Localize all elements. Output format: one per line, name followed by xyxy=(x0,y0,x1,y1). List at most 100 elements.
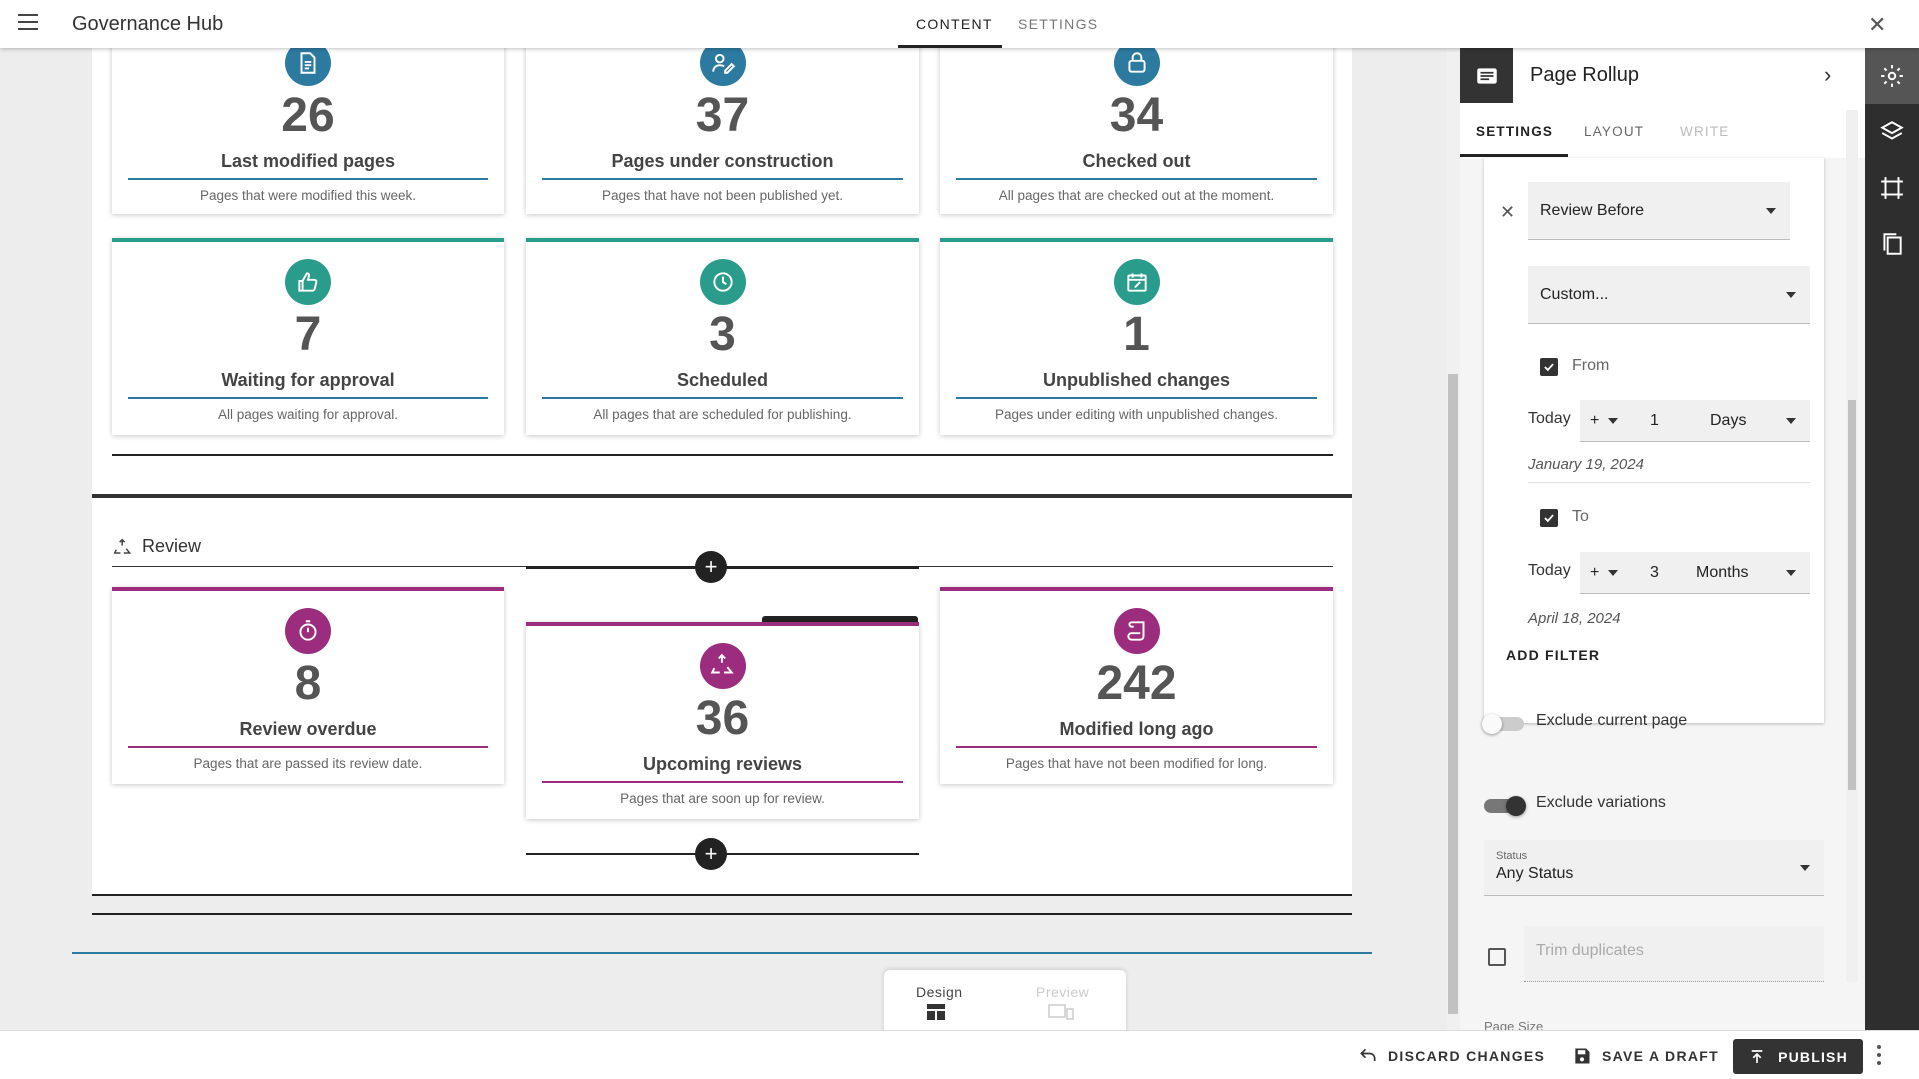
save-draft-button[interactable]: SAVE A DRAFT xyxy=(1572,1041,1719,1071)
right-rail xyxy=(1865,48,1919,1030)
card-last-modified[interactable]: 26 Last modified pages Pages that were m… xyxy=(112,48,504,214)
more-options-icon[interactable] xyxy=(1876,1045,1882,1067)
card-number: 3 xyxy=(709,308,736,361)
design-icon[interactable] xyxy=(927,1004,945,1020)
canvas-scrollbar[interactable] xyxy=(1447,48,1460,1030)
recycle-icon xyxy=(699,643,746,689)
settings-gear-icon[interactable] xyxy=(1865,48,1919,104)
devices-icon[interactable] xyxy=(1048,1004,1074,1020)
status-caret xyxy=(1800,864,1810,871)
card-divider xyxy=(956,397,1317,399)
trim-duplicates-field[interactable]: Trim duplicates xyxy=(1524,926,1824,982)
card-review-overdue[interactable]: 8 Review overdue Pages that are passed i… xyxy=(112,587,504,784)
from-value[interactable]: 1 xyxy=(1650,412,1659,430)
card-unpublished-changes[interactable]: 1 Unpublished changes Pages under editin… xyxy=(940,238,1333,435)
to-unit[interactable]: Months xyxy=(1696,564,1748,582)
rollup-icon xyxy=(1460,48,1513,103)
card-description: All pages that are scheduled for publish… xyxy=(593,407,852,422)
add-filter-button[interactable]: ADD FILTER xyxy=(1506,647,1600,663)
close-icon[interactable]: ✕ xyxy=(1868,12,1886,38)
page-end-divider xyxy=(92,913,1352,915)
card-number: 1 xyxy=(1123,308,1150,361)
to-sign[interactable]: + xyxy=(1590,564,1599,582)
status-select[interactable]: Status Any Status xyxy=(1484,840,1824,896)
add-block-button[interactable]: + xyxy=(695,551,727,583)
footer-bar: DISCARD CHANGES SAVE A DRAFT PUBLISH xyxy=(0,1030,1919,1079)
section-boundary xyxy=(92,494,1352,498)
card-number: 242 xyxy=(1096,657,1177,710)
trim-duplicates-checkbox[interactable] xyxy=(1488,948,1506,966)
card-number: 37 xyxy=(695,89,750,142)
scroll-icon xyxy=(1113,608,1160,654)
card-number: 34 xyxy=(1109,89,1164,142)
card-description: Pages that have not been published yet. xyxy=(602,188,843,203)
publish-icon xyxy=(1751,1049,1763,1063)
card-label: Pages under construction xyxy=(611,151,834,171)
card-description: Pages that were modified this week. xyxy=(199,188,417,203)
discard-changes-button[interactable]: DISCARD CHANGES xyxy=(1358,1041,1545,1071)
design-tab[interactable]: Design xyxy=(916,984,963,1000)
card-number: 8 xyxy=(294,657,322,710)
canvas-boundary xyxy=(72,952,1372,954)
layers-icon[interactable] xyxy=(1865,104,1919,160)
pages-icon[interactable] xyxy=(1865,216,1919,272)
panel-tab-write[interactable]: WRITE xyxy=(1680,124,1730,139)
edit-user-icon xyxy=(699,48,746,86)
card-divider xyxy=(128,397,488,399)
preview-tab[interactable]: Preview xyxy=(1036,984,1089,1000)
from-checkbox[interactable] xyxy=(1540,358,1558,376)
from-unit[interactable]: Days xyxy=(1710,412,1746,430)
card-waiting-approval[interactable]: 7 Waiting for approval All pages waiting… xyxy=(112,238,504,435)
card-label: Scheduled xyxy=(676,370,769,390)
card-label: Unpublished changes xyxy=(1042,370,1231,390)
to-sign-caret[interactable] xyxy=(1608,570,1618,576)
panel-scrollbar[interactable] xyxy=(1846,110,1858,982)
card-description: Pages under editing with unpublished cha… xyxy=(995,407,1278,422)
status-value: Any Status xyxy=(1496,865,1574,882)
exclude-current-toggle[interactable] xyxy=(1482,714,1524,734)
card-modified-long-ago[interactable]: 242 Modified long ago Pages that have no… xyxy=(940,587,1333,784)
calendar-edit-icon xyxy=(1113,259,1160,305)
to-value[interactable]: 3 xyxy=(1650,564,1659,582)
card-number: 26 xyxy=(281,89,335,142)
tab-content[interactable]: CONTENT xyxy=(916,16,993,32)
tab-settings[interactable]: SETTINGS xyxy=(1018,16,1098,32)
card-upcoming-reviews[interactable]: 36 Upcoming reviews Pages that are soon … xyxy=(526,622,919,819)
hamburger-menu-icon[interactable] xyxy=(18,14,38,30)
to-checkbox[interactable] xyxy=(1540,509,1558,527)
card-label: Waiting for approval xyxy=(221,370,395,390)
add-block-button[interactable]: + xyxy=(695,838,727,870)
filter-field-value: Review Before xyxy=(1540,201,1645,219)
exclude-variations-label: Exclude variations xyxy=(1536,794,1666,811)
stopwatch-icon xyxy=(285,608,331,654)
card-checked-out[interactable]: 34 Checked out All pages that are checke… xyxy=(940,48,1333,214)
app-title: Governance Hub xyxy=(72,13,224,35)
panel-tab-layout[interactable]: LAYOUT xyxy=(1584,124,1644,139)
panel-tab-settings[interactable]: SETTINGS xyxy=(1476,124,1553,139)
publish-button[interactable]: PUBLISH xyxy=(1733,1039,1863,1074)
recycle-icon xyxy=(113,538,132,554)
card-divider xyxy=(542,178,903,180)
to-unit-caret[interactable] xyxy=(1786,569,1796,576)
card-divider xyxy=(128,746,488,748)
remove-filter-icon[interactable]: ✕ xyxy=(1500,202,1515,223)
card-label: Upcoming reviews xyxy=(642,754,803,774)
chevron-right-icon[interactable]: › xyxy=(1824,62,1831,88)
card-description: All pages that are checked out at the mo… xyxy=(998,188,1275,203)
frame-icon[interactable] xyxy=(1865,160,1919,216)
card-number: 7 xyxy=(294,308,322,361)
card-under-construction[interactable]: 37 Pages under construction Pages that h… xyxy=(526,48,919,214)
card-divider xyxy=(128,178,488,180)
filter-field-select[interactable]: Review Before xyxy=(1528,182,1790,240)
from-sign[interactable]: + xyxy=(1590,412,1599,430)
filter-mode-select[interactable]: Custom... xyxy=(1528,266,1810,324)
lock-icon xyxy=(1113,48,1160,86)
exclude-variations-toggle[interactable] xyxy=(1484,796,1526,816)
card-scheduled[interactable]: 3 Scheduled All pages that are scheduled… xyxy=(526,238,919,435)
properties-panel: Page Rollup › SETTINGS LAYOUT WRITE ✕ Re… xyxy=(1460,48,1865,1030)
publish-label: PUBLISH xyxy=(1778,1048,1848,1065)
card-description: All pages waiting for approval. xyxy=(217,407,399,422)
from-unit-caret[interactable] xyxy=(1786,417,1796,424)
card-divider xyxy=(956,746,1317,748)
from-sign-caret[interactable] xyxy=(1608,418,1618,424)
